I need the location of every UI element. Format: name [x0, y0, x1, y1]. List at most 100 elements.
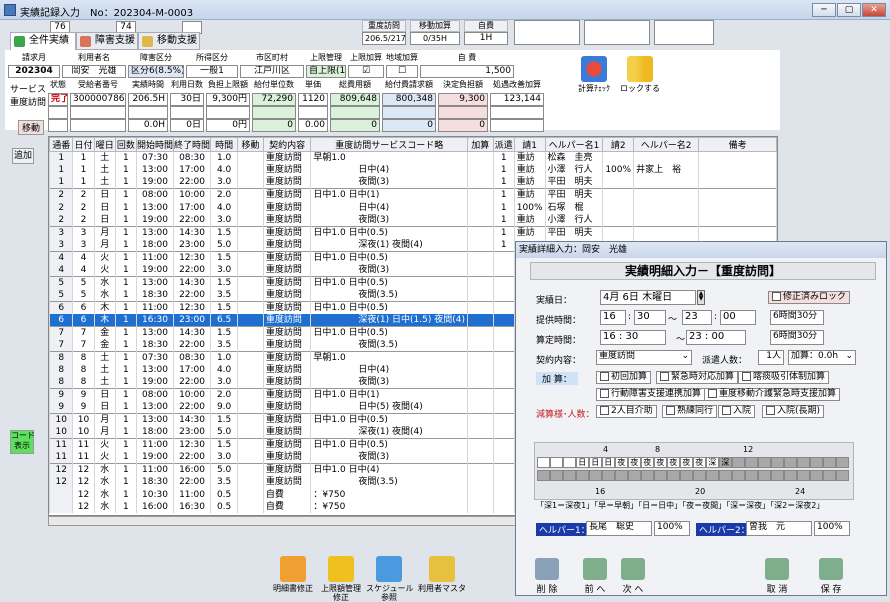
time-cell[interactable]: 夜: [667, 457, 680, 468]
provide-end-hour[interactable]: 23: [682, 310, 712, 325]
time-cell-2[interactable]: [667, 470, 680, 481]
grid-header-7[interactable]: 移動: [237, 137, 264, 152]
info1-value-0[interactable]: 202304: [8, 65, 60, 78]
delete-button[interactable]: 削 除: [530, 558, 564, 595]
grid-header-13[interactable]: ヘルパー名1: [544, 137, 604, 152]
statement-edit-button[interactable]: 明細書修正: [270, 538, 316, 593]
table-row[interactable]: 2 2 日 1 08:00 10:00 2.0 重度訪問 日中1.0 日中(1) 1 重訪 平田 明夫: [49, 188, 777, 202]
time-cell[interactable]: [563, 457, 576, 468]
provide-end-min[interactable]: 00: [720, 310, 756, 325]
table-row[interactable]: 1 1 土 1 07:30 08:30 1.0 重度訪問 早朝1.0 1 重訪 松森 圭亮: [49, 151, 777, 164]
info1-value-4[interactable]: 江戸川区: [240, 65, 304, 78]
grid-header-9[interactable]: 重度訪問サービスコード略: [310, 137, 468, 152]
time-cell-2[interactable]: [628, 470, 641, 481]
time-cell-2[interactable]: [797, 470, 810, 481]
info1-value-6[interactable]: ☑: [348, 65, 384, 78]
code-display-button[interactable]: コード 表示: [10, 430, 35, 454]
time-cell[interactable]: 深: [706, 457, 719, 468]
table-row[interactable]: 3 3 月 1 13:00 14:30 1.5 重度訪問 日中1.0 日中(0.5) 1 重訪 平田 …: [49, 225, 777, 239]
add-button[interactable]: 追加: [12, 148, 34, 164]
provide-start-min[interactable]: 30: [634, 310, 666, 325]
table-row[interactable]: 2 2 日 1 19:00 22:00 3.0 重度訪問 夜間(3) 1 重訪 小澤 行人: [49, 213, 777, 227]
time-cell-2[interactable]: [810, 470, 823, 481]
helper2-pct-select[interactable]: 100%⌄: [814, 521, 850, 536]
tab-mobility-support[interactable]: 移動支援: [138, 32, 200, 50]
time-cell-2[interactable]: [719, 470, 732, 481]
helper1-pct-select[interactable]: 100%⌄: [654, 521, 690, 536]
tab-all-records[interactable]: 全件実績: [10, 32, 76, 50]
grid-header-12[interactable]: 請1: [513, 137, 546, 152]
cancel-button[interactable]: 取 消: [760, 558, 794, 595]
time-cell-2[interactable]: [706, 470, 719, 481]
time-cell[interactable]: [836, 457, 849, 468]
time-cell-2[interactable]: [680, 470, 693, 481]
prev-button[interactable]: 前 へ: [578, 558, 612, 595]
time-cell[interactable]: 夜: [693, 457, 706, 468]
addition-select[interactable]: 加算：0.0h ⌄: [788, 350, 856, 365]
time-cell[interactable]: 深: [719, 457, 732, 468]
time-cell[interactable]: 夜: [680, 457, 693, 468]
info1-value-1[interactable]: 岡安 光雄: [62, 65, 126, 78]
time-cell-2[interactable]: [693, 470, 706, 481]
time-cell-2[interactable]: [563, 470, 576, 481]
calc-check-button[interactable]: 計算ﾁｪｯｸ: [576, 56, 612, 93]
next-button[interactable]: 次 へ: [616, 558, 650, 595]
info1-value-8[interactable]: 1,500: [420, 65, 514, 78]
info1-value-5[interactable]: 自上限(1): [306, 65, 346, 78]
time-cell[interactable]: 日: [576, 457, 589, 468]
time-cell-2[interactable]: [654, 470, 667, 481]
time-cell[interactable]: [823, 457, 836, 468]
time-cell-2[interactable]: [615, 470, 628, 481]
time-cell-2[interactable]: [784, 470, 797, 481]
contract-select[interactable]: 重度訪問 ⌄: [596, 350, 692, 365]
severe-move-kasan-checkbox[interactable]: 重度移動介護緊急時支援加算: [704, 388, 841, 401]
behavior-kasan-checkbox[interactable]: 行動障害支援連携加算: [596, 388, 706, 401]
first-time-kasan-checkbox[interactable]: 初回加算: [596, 371, 652, 384]
time-cell[interactable]: [771, 457, 784, 468]
helper2-field[interactable]: 曽我 元: [746, 521, 812, 536]
save-button[interactable]: 保 存: [814, 558, 848, 595]
time-cell-2[interactable]: [550, 470, 563, 481]
user-master-button[interactable]: 利用者マスタ: [414, 538, 470, 593]
time-cell-2[interactable]: [758, 470, 771, 481]
time-cell[interactable]: 夜: [615, 457, 628, 468]
grid-header-5[interactable]: 終了時間: [173, 137, 212, 152]
tab-disability-support[interactable]: 障害支援: [76, 32, 138, 50]
table-row[interactable]: 1 1 土 1 13:00 17:00 4.0 重度訪問 日中(4) 1 重訪 小澤 行人 100% 井…: [49, 164, 777, 177]
fixed-lock-checkbox[interactable]: 修正済みロック: [768, 291, 851, 304]
time-cell[interactable]: [758, 457, 771, 468]
time-cell-2[interactable]: [771, 470, 784, 481]
info1-value-3[interactable]: 一般1: [186, 65, 238, 78]
time-cell[interactable]: 夜: [628, 457, 641, 468]
time-cell[interactable]: [745, 457, 758, 468]
table-row[interactable]: 2 2 日 1 13:00 17:00 4.0 重度訪問 日中(4) 1 100% 石塚 棍: [49, 201, 777, 214]
time-cell-2[interactable]: [537, 470, 550, 481]
grid-header-10[interactable]: 加算: [466, 137, 494, 152]
time-cell-2[interactable]: [641, 470, 654, 481]
time-cell[interactable]: [810, 457, 823, 468]
hospital-checkbox[interactable]: 入院: [718, 405, 756, 418]
grid-header-16[interactable]: 備考: [698, 137, 777, 152]
time-cell[interactable]: [537, 457, 550, 468]
grid-header-3[interactable]: 回数: [114, 137, 138, 152]
time-cell-2[interactable]: [732, 470, 745, 481]
time-cell-2[interactable]: [836, 470, 849, 481]
time-cell[interactable]: 日: [602, 457, 615, 468]
time-cell[interactable]: 夜: [641, 457, 654, 468]
time-cell[interactable]: [732, 457, 745, 468]
table-row[interactable]: 1 1 土 1 19:00 22:00 3.0 重度訪問 夜間(3) 1 重訪 平田 明夫: [49, 176, 777, 189]
time-cell-2[interactable]: [589, 470, 602, 481]
grid-header-2[interactable]: 曜日: [93, 137, 116, 152]
helper1-field[interactable]: 長尾 聡史: [586, 521, 652, 536]
provide-start-hour[interactable]: 16: [600, 310, 626, 325]
date-spinner[interactable]: ▲ ▼: [697, 290, 705, 305]
limit-mgmt-button[interactable]: 上限額管理 修正: [318, 538, 364, 602]
lock-button[interactable]: ロックする: [620, 56, 660, 93]
time-cell[interactable]: [784, 457, 797, 468]
info1-value-2[interactable]: 区分6(8.5%): [128, 65, 184, 78]
calc-start-field[interactable]: 16 : 30: [600, 330, 666, 345]
time-cell-2[interactable]: [602, 470, 615, 481]
schedule-ref-button[interactable]: スケジュール 参照: [366, 538, 413, 602]
emergency-kasan-checkbox[interactable]: 緊急時対応加算: [656, 371, 739, 384]
second-helper-checkbox[interactable]: 2人目介助: [596, 405, 657, 418]
